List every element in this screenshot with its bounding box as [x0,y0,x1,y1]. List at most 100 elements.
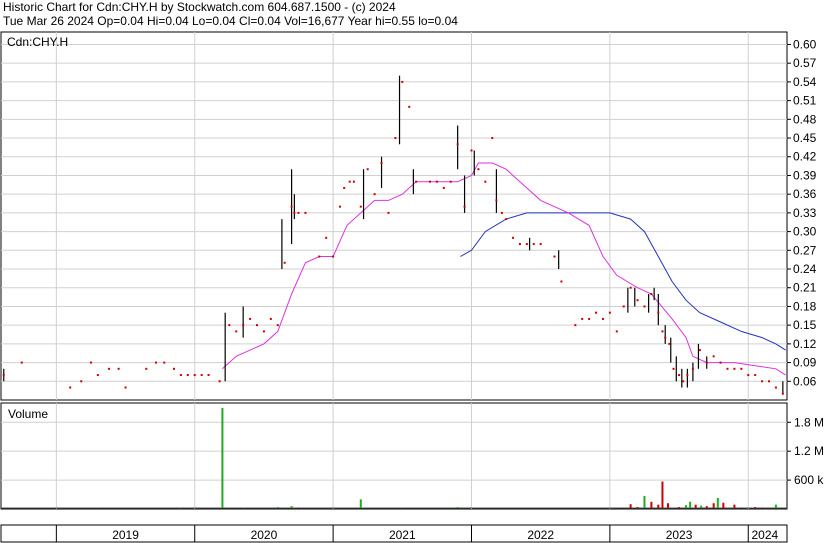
close-point [650,292,653,295]
close-point [495,199,498,202]
close-point [256,324,259,327]
close-point [657,311,660,314]
close-point [719,361,722,364]
price-tick-label: 0.39 [793,168,817,182]
price-tick-label: 0.12 [793,337,817,351]
price-tick-label: 0.33 [793,206,817,220]
close-point [96,374,99,377]
close-point [664,336,667,339]
close-point [325,236,328,239]
price-tick-label: 0.15 [793,318,817,332]
close-point [2,374,5,377]
close-point [186,374,189,377]
close-point [117,367,120,370]
close-point [560,280,563,283]
price-tick-label: 0.21 [793,281,817,295]
close-point [668,342,671,345]
close-point [207,374,210,377]
close-point [608,311,611,314]
close-point [290,205,293,208]
close-point [553,255,556,258]
time-axis-label: 2023 [666,528,693,542]
close-point [512,236,515,239]
time-axis-label: 2021 [389,528,416,542]
volume-axis: 600 k 1.2 M 1.8 M [787,415,824,487]
close-point [754,374,757,377]
close-point [69,386,72,389]
close-point [500,211,503,214]
price-tick-label: 0.24 [793,262,817,276]
close-point [726,367,729,370]
close-point [705,361,708,364]
close-point [154,361,157,364]
close-point [491,137,494,140]
close-point [80,380,83,383]
close-point [228,324,231,327]
stock-chart: 0.06 0.09 0.12 0.15 0.18 0.21 0.24 0.27 0.30 0.33… [0,31,824,543]
close-point [293,211,296,214]
close-point [505,218,508,221]
close-point [581,317,584,320]
close-point [193,374,196,377]
close-point [456,143,459,146]
price-tick-label: 0.57 [793,56,817,70]
close-point [691,367,694,370]
time-axis: 2019 2020 2021 2022 2023 2024 [0,524,788,543]
price-tick-label: 0.06 [793,374,817,388]
price-tick-label: 0.42 [793,150,817,164]
close-point [574,324,577,327]
close-point [747,374,750,377]
close-point [484,180,487,183]
price-panel: 0.06 0.09 0.12 0.15 0.18 0.21 0.24 0.27 0.30 0.33… [0,31,817,401]
close-point [686,374,689,377]
close-point [339,205,342,208]
close-point [172,367,175,370]
close-point [678,374,681,377]
close-point [768,380,771,383]
close-point [525,243,528,246]
close-point [415,180,418,183]
close-point [343,186,346,189]
close-point [235,330,238,333]
close-point [124,386,127,389]
close-point [408,105,411,108]
close-point [394,137,397,140]
close-point [387,211,390,214]
volume-tick-label: 600 k [794,473,824,487]
close-point [380,161,383,164]
close-point [200,374,203,377]
close-point [532,243,535,246]
time-axis-label: 2019 [112,528,139,542]
price-panel-title: Cdn:CHY.H [7,35,68,49]
close-point [463,205,466,208]
close-point [107,367,110,370]
price-tick-label: 0.30 [793,225,817,239]
close-point [179,374,182,377]
close-point [672,367,675,370]
close-point [698,349,701,352]
close-point [89,361,92,364]
close-point [348,180,351,183]
close-point [442,186,445,189]
price-tick-label: 0.48 [793,112,817,126]
close-point [401,80,404,83]
close-point [352,180,355,183]
price-tick-label: 0.45 [793,131,817,145]
close-point [163,361,166,364]
close-point [636,299,639,302]
close-point [601,317,604,320]
close-point [332,255,335,258]
close-point [435,180,438,183]
close-point [712,355,715,358]
close-point [366,168,369,171]
volume-panel: 600 k 1.2 M 1.8 M Volume [0,402,824,510]
volume-tick-label: 1.8 M [794,415,824,429]
close-point [470,149,473,152]
close-point [643,305,646,308]
close-point [276,324,279,327]
close-point [145,367,148,370]
close-point [242,324,245,327]
close-point [622,305,625,308]
close-point [262,330,265,333]
close-point [615,330,618,333]
